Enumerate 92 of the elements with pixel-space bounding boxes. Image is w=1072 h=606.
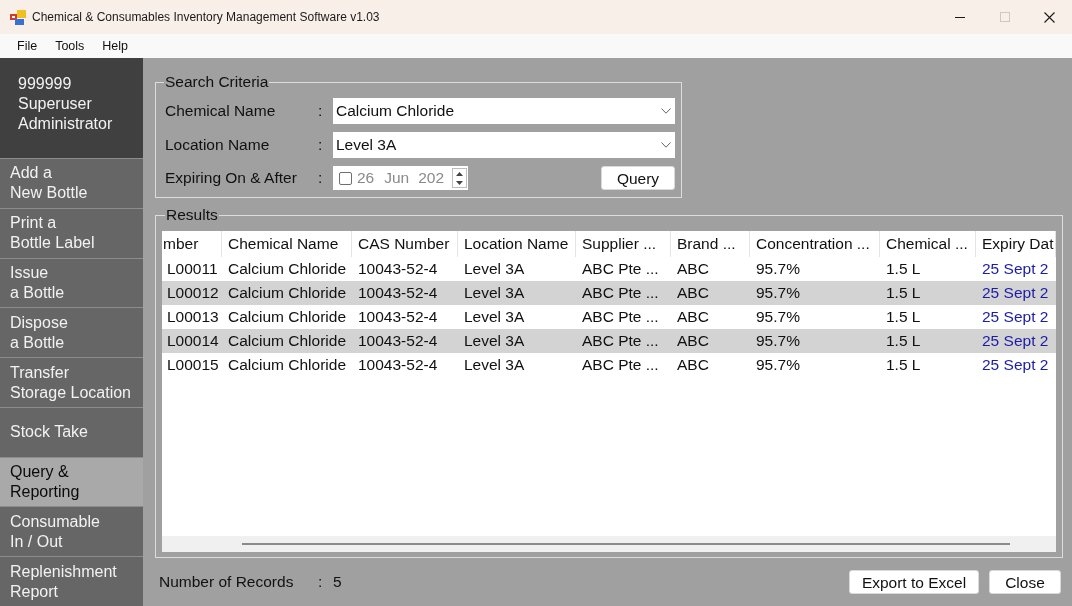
user-name-text: Superuser <box>18 94 93 114</box>
window-title: Chemical & Consumables Inventory Management Software v1.03 <box>32 9 380 26</box>
table-row[interactable]: L00014 Calcium Chloride 10043-52-4 Level 3A ABC Pte ... ABC 95.7% 1.5 L 25 Sept 2 <box>162 329 1056 353</box>
field-label: Chemical Name <box>165 101 277 122</box>
table-cell-text: 10043-52-4 <box>358 331 438 352</box>
table-cell-text: 1.5 L <box>886 283 921 304</box>
label-colon: : <box>318 135 324 156</box>
chevron-down-icon <box>661 108 671 114</box>
table-cell-text: Calcium Chloride <box>228 331 346 352</box>
table-cell-text: 25 Sept 2 <box>982 331 1049 352</box>
table-cell-text: ABC <box>677 331 709 352</box>
table-cell-text: 95.7% <box>756 283 800 304</box>
table-cell-text: 25 Sept 2 <box>982 307 1049 328</box>
footer-button[interactable]: Export to Excel <box>849 570 979 594</box>
table-cell-text: ABC Pte ... <box>582 355 659 376</box>
scrollbar-thumb[interactable] <box>242 543 1010 545</box>
table-cell-text: 1.5 L <box>886 259 921 280</box>
table-cell-text: 95.7% <box>756 331 800 352</box>
sidebar-button[interactable]: Replenishment Report <box>0 556 143 606</box>
table-cell-text: Level 3A <box>464 355 525 376</box>
table-cell-text: ABC Pte ... <box>582 259 659 280</box>
group-title: Results <box>165 206 219 224</box>
table-cell-text: L00013 <box>167 307 219 328</box>
table-cell-text: 25 Sept 2 <box>982 283 1049 304</box>
chevron-down-icon <box>661 142 671 148</box>
sidebar-button[interactable]: Query & Reporting <box>0 456 143 507</box>
field-label: Location Name <box>165 135 271 156</box>
table-cell-text: 1.5 L <box>886 331 921 352</box>
user-id-text: 999999 <box>18 74 73 94</box>
date-month-text: Jun <box>384 168 410 189</box>
date-year-text: 202 <box>418 168 445 189</box>
menu-item[interactable]: Tools <box>46 36 94 56</box>
table-row[interactable]: L00012 Calcium Chloride 10043-52-4 Level 3A ABC Pte ... ABC 95.7% 1.5 L 25 Sept 2 <box>162 281 1056 305</box>
table-cell-text: ABC Pte ... <box>582 331 659 352</box>
group-title: Search Criteria <box>164 73 270 91</box>
checkbox[interactable] <box>339 171 352 185</box>
table-cell-text: Calcium Chloride <box>228 283 346 304</box>
sidebar-button[interactable]: Add a New Bottle <box>0 158 143 208</box>
menu-item[interactable]: File <box>8 36 47 56</box>
table-cell-text: 10043-52-4 <box>358 307 438 328</box>
table-cell-text: L00014 <box>167 331 219 352</box>
sidebar-button[interactable]: Consumable In / Out <box>0 506 143 557</box>
sidebar-button[interactable]: Transfer Storage Location <box>0 357 143 407</box>
table-cell-text: Calcium Chloride <box>228 307 346 328</box>
up-caret-icon <box>456 171 463 176</box>
table-cell-text: Level 3A <box>464 259 525 280</box>
table-cell-text: L00015 <box>167 355 219 376</box>
table-cell-text: ABC <box>677 355 709 376</box>
table-cell-text: ABC Pte ... <box>582 307 659 328</box>
table-cell-text: L00012 <box>167 283 219 304</box>
table-cell-text: ABC <box>677 259 709 280</box>
records-label: Number of Records <box>159 572 295 593</box>
sidebar-button[interactable]: Print a Bottle Label <box>0 207 143 258</box>
table-cell-text: Calcium Chloride <box>228 355 346 376</box>
date-picker-field[interactable]: 26 Jun 202 <box>333 166 468 190</box>
table-cell-text: 95.7% <box>756 355 800 376</box>
sidebar-button[interactable]: Dispose a Bottle <box>0 307 143 358</box>
down-caret-icon <box>456 180 463 185</box>
field-label: Expiring On & After <box>165 168 298 189</box>
label-colon: : <box>318 168 324 189</box>
table-cell-text: 25 Sept 2 <box>982 355 1049 376</box>
table-cell-text: Level 3A <box>464 331 525 352</box>
user-role-text: Administrator <box>18 114 114 134</box>
sidebar-button[interactable]: Stock Take <box>0 406 143 457</box>
table-cell-text: ABC <box>677 307 709 328</box>
query-button[interactable]: Query <box>601 166 675 190</box>
table-cell-text: 10043-52-4 <box>358 283 438 304</box>
records-count: 5 <box>333 572 342 593</box>
label-colon: : <box>318 101 324 122</box>
table-cell-text: 10043-52-4 <box>358 259 438 280</box>
app-icon <box>10 9 26 25</box>
table-cell-text: Level 3A <box>464 283 525 304</box>
menu-item[interactable]: Help <box>93 36 138 56</box>
table-cell-text: 95.7% <box>756 259 800 280</box>
footer-button[interactable]: Close <box>989 570 1061 594</box>
label-colon: : <box>318 572 324 593</box>
table-cell-text: Calcium Chloride <box>228 259 346 280</box>
table-cell-text: ABC Pte ... <box>582 283 659 304</box>
table-cell-text: ABC <box>677 283 709 304</box>
date-day-text: 26 <box>357 168 375 189</box>
table-cell-text: 95.7% <box>756 307 800 328</box>
table-cell-text: L00011 <box>167 259 218 280</box>
spin-buttons[interactable] <box>452 168 467 188</box>
horizontal-scrollbar[interactable] <box>162 536 1056 552</box>
dropdown-field[interactable]: Calcium Chloride <box>333 98 675 124</box>
sidebar-button[interactable]: Issue a Bottle <box>0 257 143 308</box>
table-cell-text: 1.5 L <box>886 307 921 328</box>
table-cell-text: 1.5 L <box>886 355 921 376</box>
table-cell-text: 25 Sept 2 <box>982 259 1049 280</box>
table-cell-text: Level 3A <box>464 307 525 328</box>
table-cell-text: 10043-52-4 <box>358 355 438 376</box>
dropdown-field[interactable]: Level 3A <box>333 132 675 158</box>
